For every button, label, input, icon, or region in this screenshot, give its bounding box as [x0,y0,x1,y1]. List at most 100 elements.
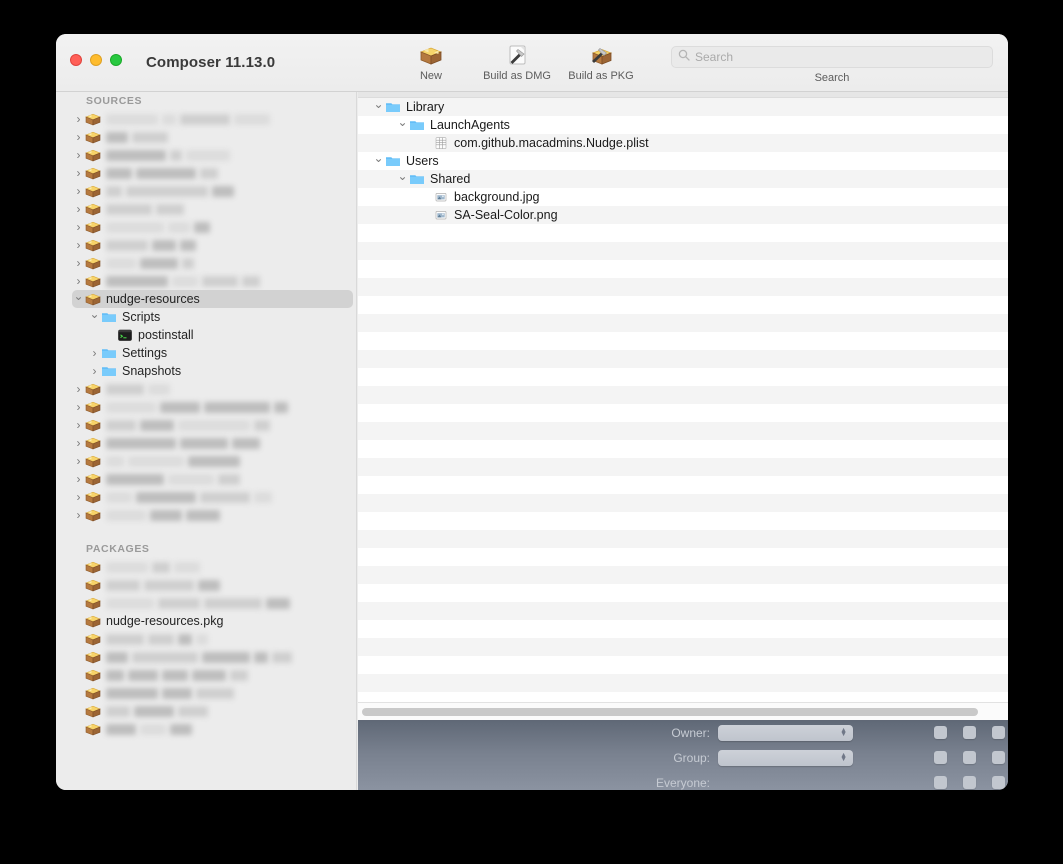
disclosure-triangle-closed-icon[interactable] [72,491,85,503]
redacted-label [106,490,276,504]
sources-sidebar[interactable]: SOURCESnudge-resourcesScriptspostinstall… [56,92,357,790]
group-popup-button[interactable]: ▲▼ [718,750,853,766]
disclosure-triangle-open-icon[interactable] [72,293,85,305]
tree-row[interactable]: LaunchAgents [358,116,1008,134]
disclosure-triangle-closed-icon[interactable] [88,347,101,359]
redacted-label [106,454,244,468]
sidebar-item-scripts[interactable]: Scripts [56,308,356,326]
sidebar-item-postinstall[interactable]: postinstall [56,326,356,344]
disclosure-triangle-closed-icon[interactable] [72,221,85,233]
disclosure-triangle-closed-icon[interactable] [72,167,85,179]
package-contents-tree[interactable]: LibraryLaunchAgentscom.github.macadmins.… [358,92,1008,702]
disclosure-triangle-closed-icon[interactable] [72,185,85,197]
redacted-text [162,670,188,681]
sidebar-item-nudge-resources[interactable]: nudge-resources [72,290,353,308]
sidebar-item-redacted[interactable] [56,164,356,182]
package-icon [85,632,101,646]
tree-row[interactable]: SA-Seal-Color.png [358,206,1008,224]
search-input[interactable] [695,50,986,64]
sidebar-item-redacted[interactable] [56,648,356,666]
sidebar-item-redacted[interactable] [56,398,356,416]
build-as-pkg-button[interactable]: Build as PKG [558,42,644,82]
disclosure-triangle-closed-icon[interactable] [72,473,85,485]
sidebar-item-redacted[interactable] [56,506,356,524]
sidebar-item-redacted[interactable] [56,218,356,236]
group-checkboxes [934,751,1005,764]
build-as-pkg-label: Build as PKG [558,70,644,82]
disclosure-triangle-closed-icon[interactable] [72,239,85,251]
disclosure-triangle-open-icon[interactable] [88,311,101,323]
tree-row[interactable]: Users [358,152,1008,170]
owner-execute-checkbox[interactable] [992,726,1005,739]
disclosure-triangle-closed-icon[interactable] [88,365,101,377]
sidebar-item-redacted[interactable] [56,630,356,648]
sidebar-item-redacted[interactable] [56,128,356,146]
everyone-write-checkbox[interactable] [963,776,976,789]
everyone-execute-checkbox[interactable] [992,776,1005,789]
tree-row[interactable]: background.jpg [358,188,1008,206]
redacted-text [106,222,164,233]
disclosure-triangle-closed-icon[interactable] [72,383,85,395]
tree-row[interactable]: Shared [358,170,1008,188]
everyone-read-checkbox[interactable] [934,776,947,789]
sidebar-item-settings[interactable]: Settings [56,344,356,362]
sidebar-item-redacted[interactable] [56,594,356,612]
disclosure-triangle-closed-icon[interactable] [72,257,85,269]
disclosure-triangle-closed-icon[interactable] [72,437,85,449]
sidebar-item-redacted[interactable] [56,488,356,506]
sidebar-item-label: Settings [122,346,167,360]
group-write-checkbox[interactable] [963,751,976,764]
sidebar-item-redacted[interactable] [56,380,356,398]
group-read-checkbox[interactable] [934,751,947,764]
disclosure-triangle-open-icon[interactable] [396,173,409,185]
search-field[interactable] [671,46,993,68]
package-icon [85,704,101,718]
sidebar-item-redacted[interactable] [56,236,356,254]
sidebar-item-redacted[interactable] [56,702,356,720]
tree-row[interactable]: com.github.macadmins.Nudge.plist [358,134,1008,152]
sidebar-item-redacted[interactable] [56,254,356,272]
horizontal-scrollbar[interactable] [358,702,1008,720]
sidebar-item-redacted[interactable] [56,182,356,200]
sidebar-item-redacted[interactable] [56,272,356,290]
disclosure-triangle-open-icon[interactable] [372,101,385,113]
sidebar-item-redacted[interactable] [56,416,356,434]
disclosure-triangle-closed-icon[interactable] [72,203,85,215]
redacted-text [180,114,230,125]
sidebar-item-redacted[interactable] [56,720,356,738]
sidebar-item-redacted[interactable] [56,684,356,702]
sidebar-item-redacted[interactable] [56,452,356,470]
disclosure-triangle-closed-icon[interactable] [72,401,85,413]
sidebar-item-redacted[interactable] [56,110,356,128]
sidebar-item-redacted[interactable] [56,666,356,684]
close-button[interactable] [70,54,82,66]
tree-row-empty [358,350,1008,368]
sidebar-item-redacted[interactable] [56,434,356,452]
sidebar-item-redacted[interactable] [56,576,356,594]
sidebar-item-redacted[interactable] [56,146,356,164]
disclosure-triangle-closed-icon[interactable] [72,275,85,287]
owner-read-checkbox[interactable] [934,726,947,739]
sidebar-item-redacted[interactable] [56,558,356,576]
build-as-dmg-button[interactable]: Build as DMG [474,42,560,82]
sidebar-item-redacted[interactable] [56,470,356,488]
minimize-button[interactable] [90,54,102,66]
horizontal-scrollbar-thumb[interactable] [362,708,978,716]
disclosure-triangle-closed-icon[interactable] [72,455,85,467]
sidebar-item-snapshots[interactable]: Snapshots [56,362,356,380]
new-button[interactable]: New [388,42,474,82]
disclosure-triangle-closed-icon[interactable] [72,419,85,431]
disclosure-triangle-open-icon[interactable] [396,119,409,131]
disclosure-triangle-closed-icon[interactable] [72,131,85,143]
group-execute-checkbox[interactable] [992,751,1005,764]
disclosure-triangle-closed-icon[interactable] [72,149,85,161]
sidebar-item-redacted[interactable] [56,200,356,218]
tree-row[interactable]: Library [358,98,1008,116]
owner-write-checkbox[interactable] [963,726,976,739]
zoom-button[interactable] [110,54,122,66]
sidebar-item-nudge-resources-pkg[interactable]: nudge-resources.pkg [56,612,356,630]
owner-popup-button[interactable]: ▲▼ [718,725,853,741]
disclosure-triangle-closed-icon[interactable] [72,113,85,125]
disclosure-triangle-closed-icon[interactable] [72,509,85,521]
disclosure-triangle-open-icon[interactable] [372,155,385,167]
